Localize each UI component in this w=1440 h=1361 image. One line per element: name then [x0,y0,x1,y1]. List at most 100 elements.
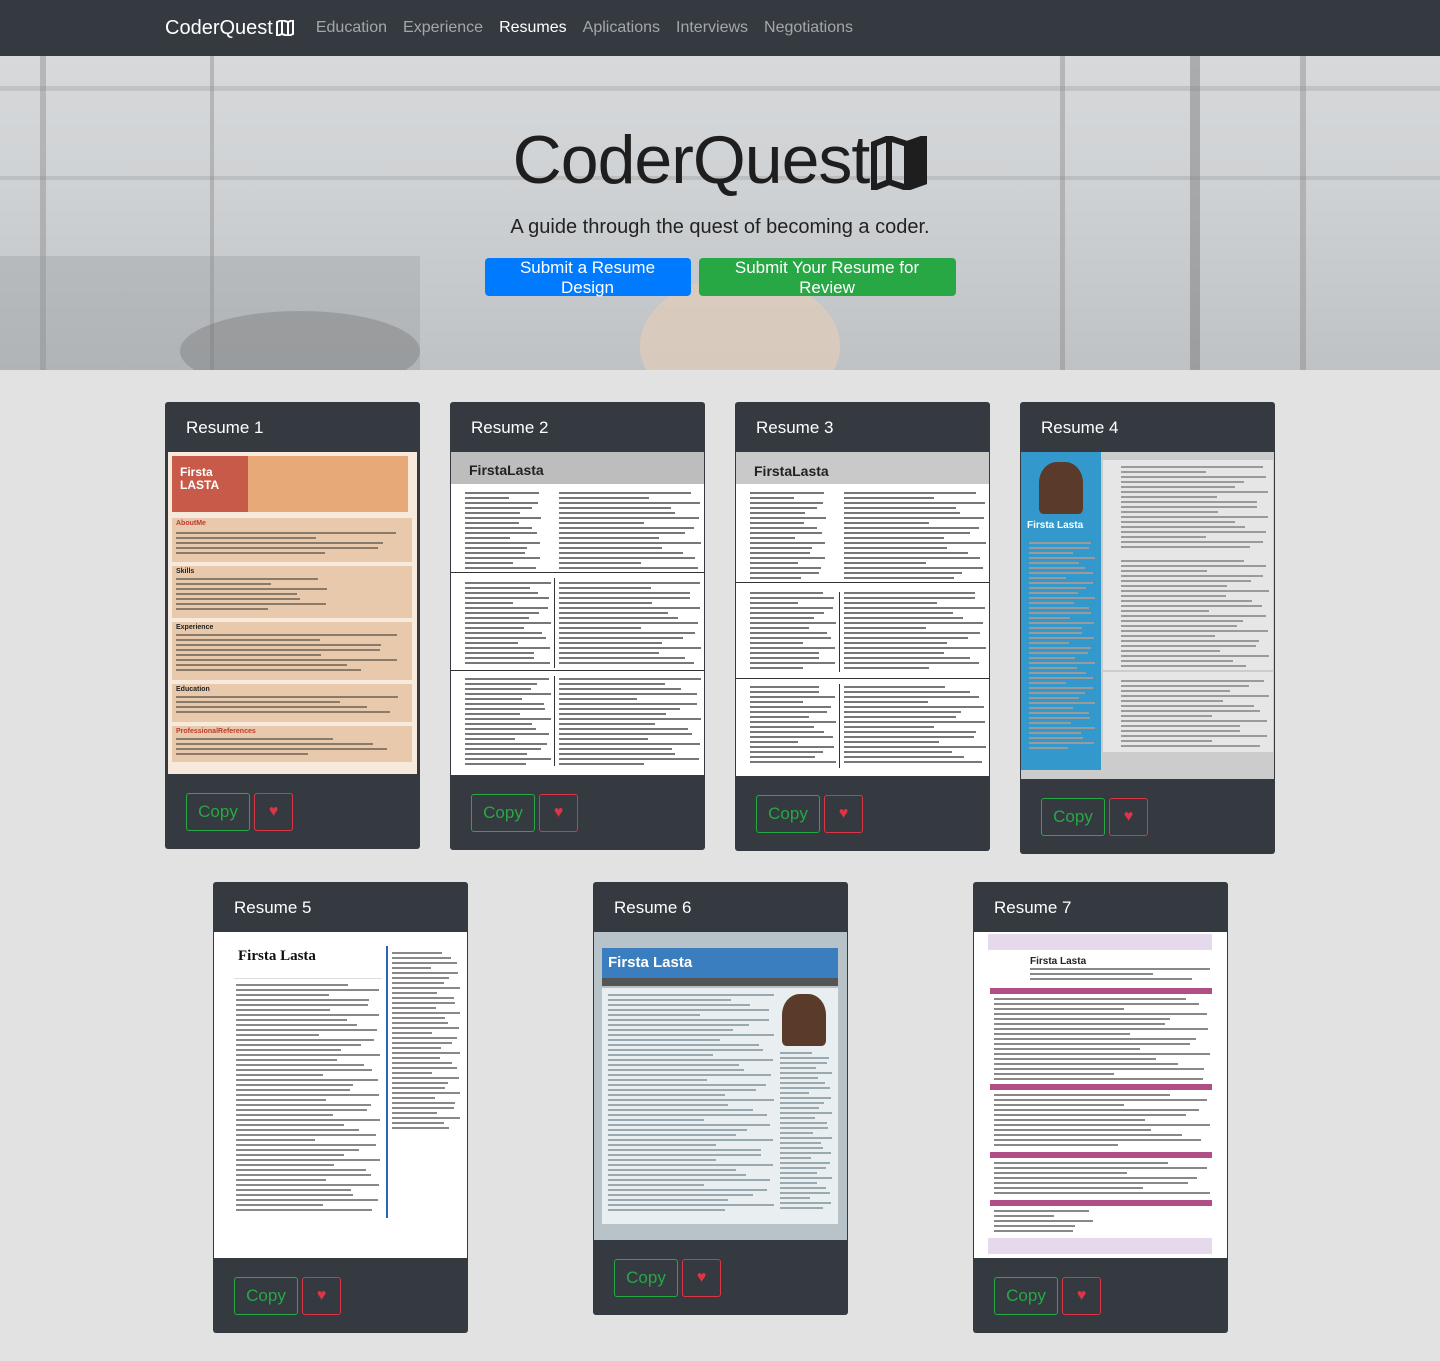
resume-preview-2[interactable]: FirstaLasta [451,452,704,775]
copy-button[interactable]: Copy [1041,797,1105,836]
copy-button[interactable]: Copy [756,794,820,833]
preview-text-line [844,572,963,574]
preview-text-line [608,1194,754,1196]
resume-card-3: Resume 3 FirstaLasta Copy ♥ [735,402,990,851]
favorite-button[interactable]: ♥ [1062,1276,1101,1315]
nav-education[interactable]: Education [316,19,387,37]
preview-text-line [236,1059,337,1061]
favorite-button[interactable]: ♥ [1109,797,1148,836]
preview-text-line [1029,587,1086,589]
preview-text-line [608,1014,701,1016]
preview-heading: AboutMe [176,520,206,527]
preview-text-line [750,497,795,499]
copy-button[interactable]: Copy [234,1276,298,1315]
preview-text-line [465,657,535,659]
copy-button[interactable]: Copy [471,793,535,832]
preview-text-line [750,627,809,629]
preview-text-line [994,1038,1196,1040]
nav-negotiations[interactable]: Negotiations [764,19,853,37]
preview-text-line [465,688,531,690]
hero-subtitle: A guide through the quest of becoming a … [510,216,930,238]
preview-text-line [465,547,528,549]
card-footer: Copy ♥ [213,1258,468,1333]
preview-text-line [750,751,823,753]
preview-text-line [392,967,431,969]
preview-text-line [176,537,317,539]
preview-text-line [1121,740,1212,742]
nav-experience[interactable]: Experience [403,19,483,37]
preview-text-line [1121,720,1268,722]
resume-preview-6[interactable]: Firsta Lasta [594,932,847,1240]
preview-text-line [844,667,930,669]
preview-text-line [780,1082,825,1084]
preview-text-line [1121,655,1269,657]
heart-icon: ♥ [553,803,564,821]
preview-text-line [1121,645,1256,647]
favorite-button[interactable]: ♥ [539,793,578,832]
nav-resumes[interactable]: Resumes [499,19,567,37]
preview-text-line [994,1023,1166,1025]
preview-text-line [559,602,652,604]
preview-text-line [392,1007,436,1009]
favorite-button[interactable]: ♥ [824,794,863,833]
preview-text-line [608,1204,774,1206]
brand-link[interactable]: CoderQuest [165,17,294,40]
preview-text-line [750,567,821,569]
preview-text-line [1029,547,1090,549]
preview-text-line [844,527,979,529]
preview-text-line [392,1042,452,1044]
preview-text-line [176,593,297,595]
resume-preview-7[interactable]: Firsta Lasta [974,932,1227,1258]
heart-icon: ♥ [838,804,849,822]
preview-text-line [392,962,458,964]
favorite-button[interactable]: ♥ [302,1276,341,1315]
resume-preview-3[interactable]: FirstaLasta [736,452,989,776]
submit-resume-review-button[interactable]: Submit Your Resume for Review [698,258,956,297]
preview-text-line [1121,730,1240,732]
copy-button[interactable]: Copy [994,1276,1058,1315]
preview-text-line [465,602,513,604]
resume-preview-1[interactable]: Firsta LASTA AboutMe Skills Experience E… [168,452,417,774]
preview-text-line [559,662,694,664]
preview-text-line [844,711,961,713]
submit-resume-design-button[interactable]: Submit a Resume Design [484,258,691,297]
preview-text-line [994,1139,1202,1141]
preview-text-line [780,1152,832,1154]
preview-section-bar [990,1152,1212,1158]
preview-text-line [176,644,381,646]
favorite-button[interactable]: ♥ [682,1258,721,1297]
preview-text-line [1029,667,1078,669]
preview-text-line [1029,627,1082,629]
preview-text-line [465,527,533,529]
card-title: Resume 2 [471,418,549,437]
preview-text-line [236,1204,324,1206]
preview-text-line [465,683,538,685]
copy-button[interactable]: Copy [614,1258,678,1297]
resume-preview-4[interactable]: Firsta Lasta [1021,452,1274,779]
nav-applications[interactable]: Aplications [583,19,660,37]
preview-text-line [844,637,968,639]
nav-interviews[interactable]: Interviews [676,19,748,37]
preview-text-line [559,678,701,680]
favorite-button[interactable]: ♥ [254,792,293,831]
preview-text-line [559,688,681,690]
copy-button[interactable]: Copy [186,792,250,831]
preview-text-line [236,1124,344,1126]
preview-text-line [994,1043,1191,1045]
preview-text-line [608,1139,774,1141]
preview-text-line [465,617,529,619]
preview-text-line [1030,968,1210,970]
preview-text-line [465,662,550,664]
preview-text-line [844,721,985,723]
preview-text-line [844,547,947,549]
preview-text-line [176,552,326,554]
preview-text-line [236,1114,334,1116]
preview-text-line [1121,620,1243,622]
resume-preview-5[interactable]: Firsta Lasta [214,932,467,1258]
preview-text-line [465,758,551,760]
preview-text-line [176,598,300,600]
preview-text-line [392,1067,457,1069]
preview-text-line [994,1220,1093,1222]
preview-text-line [559,562,642,564]
preview-text-line [236,1179,326,1181]
